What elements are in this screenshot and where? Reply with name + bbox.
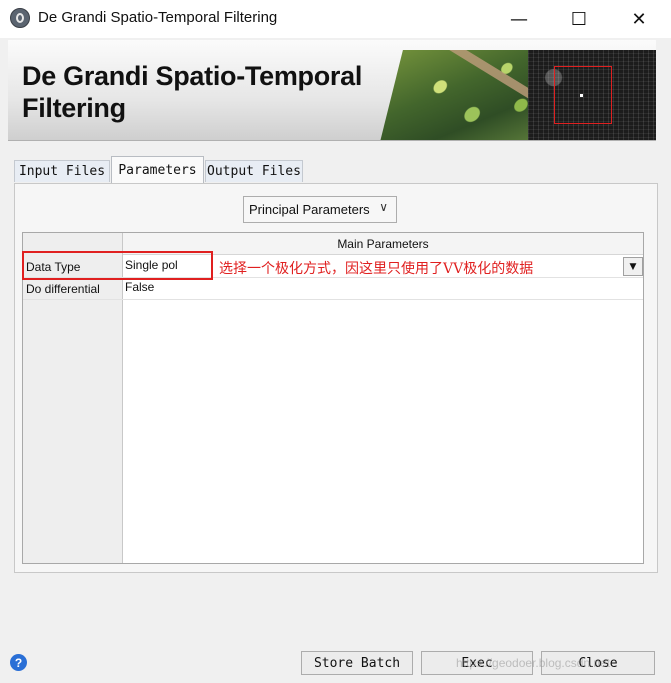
dropdown-arrow-icon[interactable]: ▼ (623, 257, 643, 276)
banner-title: De Grandi Spatio-Temporal Filtering (22, 61, 363, 123)
annotation-highlight-box (22, 251, 213, 280)
header-banner: De Grandi Spatio-Temporal Filtering (8, 40, 656, 141)
tab-output-files[interactable]: Output Files (205, 160, 303, 182)
parameter-group-value: Principal Parameters (249, 202, 370, 217)
parameters-table: Main Parameters Data Type Single pol ▼ D… (22, 232, 644, 564)
close-window-button[interactable]: ✕ (616, 0, 662, 38)
annotation-text: 选择一个极化方式，因这里只使用了VV极化的数据 (219, 261, 534, 277)
do-differential-value[interactable]: False (124, 278, 624, 299)
tab-input-files[interactable]: Input Files (14, 160, 110, 182)
title-bar: De Grandi Spatio-Temporal Filtering — ☐ … (0, 0, 671, 38)
parameter-group-select[interactable]: Principal Parameters ∨ (243, 196, 397, 223)
watermark: https://geodoer.blog.csdn.net (456, 656, 611, 670)
row-label-do-differential: Do differential (26, 281, 100, 296)
table-row-do-differential: Do differential False (23, 278, 643, 300)
chevron-down-icon: ∨ (379, 200, 388, 214)
store-batch-button[interactable]: Store Batch (301, 651, 413, 675)
minimize-button[interactable]: — (496, 0, 542, 38)
maximize-button[interactable]: ☐ (556, 0, 602, 38)
help-icon[interactable]: ? (10, 654, 27, 671)
tab-parameters[interactable]: Parameters (111, 156, 204, 183)
app-icon (10, 8, 30, 28)
red-selection-box (554, 66, 612, 124)
sar-image (528, 50, 656, 140)
window-title: De Grandi Spatio-Temporal Filtering (38, 9, 278, 26)
sar-target-dot (580, 94, 583, 97)
